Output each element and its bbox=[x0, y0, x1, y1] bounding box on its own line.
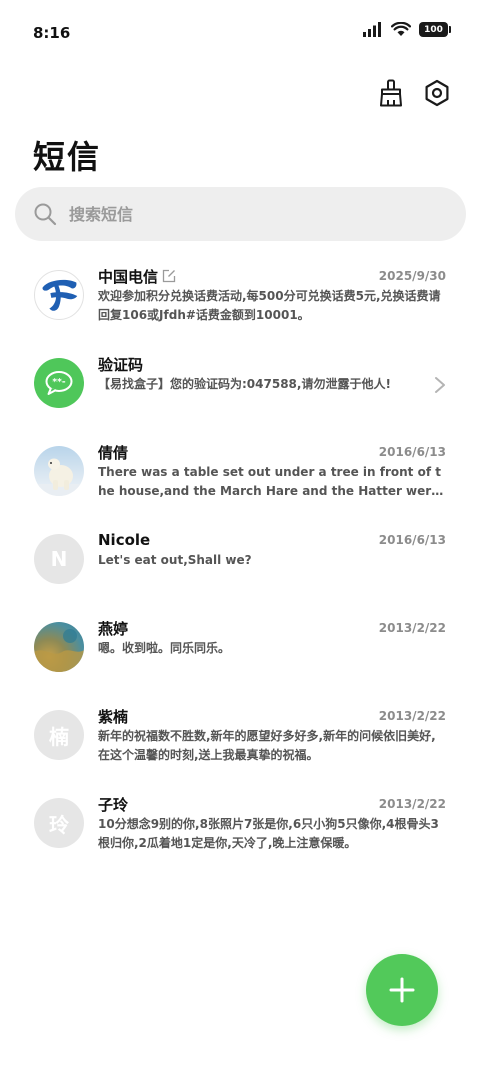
chevron-right-icon bbox=[435, 377, 445, 393]
signal-icon bbox=[363, 22, 381, 37]
settings-button[interactable] bbox=[422, 78, 452, 108]
conversation-item[interactable]: 中国电信 2025/9/30 欢迎参加积分兑换话费活动,每500分可兑换话费5元… bbox=[0, 258, 480, 346]
battery-icon: 100 bbox=[419, 22, 451, 37]
clean-button[interactable] bbox=[376, 78, 406, 108]
landscape-photo-icon bbox=[34, 629, 84, 672]
conversation-name: 验证码 bbox=[98, 355, 144, 374]
conversation-item[interactable]: N Nicole 2016/6/13 Let's eat out,Shall w… bbox=[0, 522, 480, 610]
avatar bbox=[34, 622, 84, 672]
settings-hex-icon bbox=[425, 79, 449, 107]
conversation-item[interactable]: **- 验证码 【易找盒子】您的验证码为:047588,请勿泄露于他人! bbox=[0, 346, 480, 434]
status-icons: 100 bbox=[363, 22, 451, 37]
conversation-preview: 10分想念9别的你,8张照片7张是你,6只小狗5只像你,4根骨头3根归你,2瓜着… bbox=[98, 817, 439, 850]
page-title: 短信 bbox=[33, 138, 102, 176]
broom-icon bbox=[380, 79, 402, 107]
conversation-date: 2016/6/13 bbox=[378, 445, 446, 459]
conversation-date: 2025/9/30 bbox=[378, 269, 446, 283]
conversation-name-text: 中国电信 bbox=[98, 267, 159, 286]
top-actions bbox=[376, 78, 452, 108]
conversation-date: 2013/2/22 bbox=[378, 621, 446, 635]
conversation-name: 子玲 bbox=[98, 795, 129, 814]
conversation-item[interactable]: 燕婷 2013/2/22 嗯。收到啦。同乐同乐。 bbox=[0, 610, 480, 698]
search-icon bbox=[34, 203, 57, 226]
conversation-preview: Let's eat out,Shall we? bbox=[98, 553, 252, 567]
conversation-item[interactable]: 倩倩 2016/6/13 There was a table set out u… bbox=[0, 434, 480, 522]
conversation-name: 燕婷 bbox=[98, 619, 129, 638]
status-bar: 8:16 100 bbox=[0, 0, 480, 66]
battery-level: 100 bbox=[424, 24, 443, 35]
conversation-item[interactable]: 玲 子玲 2013/2/22 10分想念9别的你,8张照片7张是你,6只小狗5只… bbox=[0, 786, 480, 874]
avatar: 玲 bbox=[34, 798, 84, 848]
telecom-logo-icon bbox=[42, 279, 78, 311]
conversation-name: 中国电信 bbox=[98, 266, 176, 287]
plus-icon bbox=[389, 977, 415, 1003]
status-time: 8:16 bbox=[33, 24, 71, 42]
svg-text:**-: **- bbox=[52, 378, 65, 388]
conversation-name: 倩倩 bbox=[98, 443, 129, 462]
compose-button[interactable] bbox=[366, 954, 438, 1026]
conversation-preview: 嗯。收到啦。同乐同乐。 bbox=[98, 641, 231, 655]
avatar bbox=[34, 270, 84, 320]
conversation-preview: 欢迎参加积分兑换话费活动,每500分可兑换话费5元,兑换话费请回复106或Jfd… bbox=[98, 289, 441, 322]
avatar: N bbox=[34, 534, 84, 584]
conversation-list: 中国电信 2025/9/30 欢迎参加积分兑换话费活动,每500分可兑换话费5元… bbox=[0, 258, 480, 874]
search-input[interactable] bbox=[69, 204, 429, 224]
polar-bear-photo-icon bbox=[34, 458, 84, 496]
message-bubble-icon: **- bbox=[45, 371, 73, 395]
conversation-name: Nicole bbox=[98, 531, 151, 549]
avatar: **- bbox=[34, 358, 84, 408]
conversation-date: 2016/6/13 bbox=[378, 533, 446, 547]
wifi-icon bbox=[391, 22, 411, 36]
edit-icon bbox=[162, 269, 176, 283]
conversation-date: 2013/2/22 bbox=[378, 797, 446, 811]
conversation-item[interactable]: 楠 紫楠 2013/2/22 新年的祝福数不胜数,新年的愿望好多好多,新年的问候… bbox=[0, 698, 480, 786]
conversation-name: 紫楠 bbox=[98, 707, 129, 726]
search-bar[interactable] bbox=[15, 187, 466, 241]
avatar: 楠 bbox=[34, 710, 84, 760]
conversation-preview: 新年的祝福数不胜数,新年的愿望好多好多,新年的问候依旧美好,在这个温馨的时刻,送… bbox=[98, 729, 436, 762]
conversation-date: 2013/2/22 bbox=[378, 709, 446, 723]
conversation-preview: 【易找盒子】您的验证码为:047588,请勿泄露于他人! bbox=[98, 377, 391, 391]
conversation-preview: There was a table set out under a tree i… bbox=[98, 465, 441, 498]
avatar bbox=[34, 446, 84, 496]
